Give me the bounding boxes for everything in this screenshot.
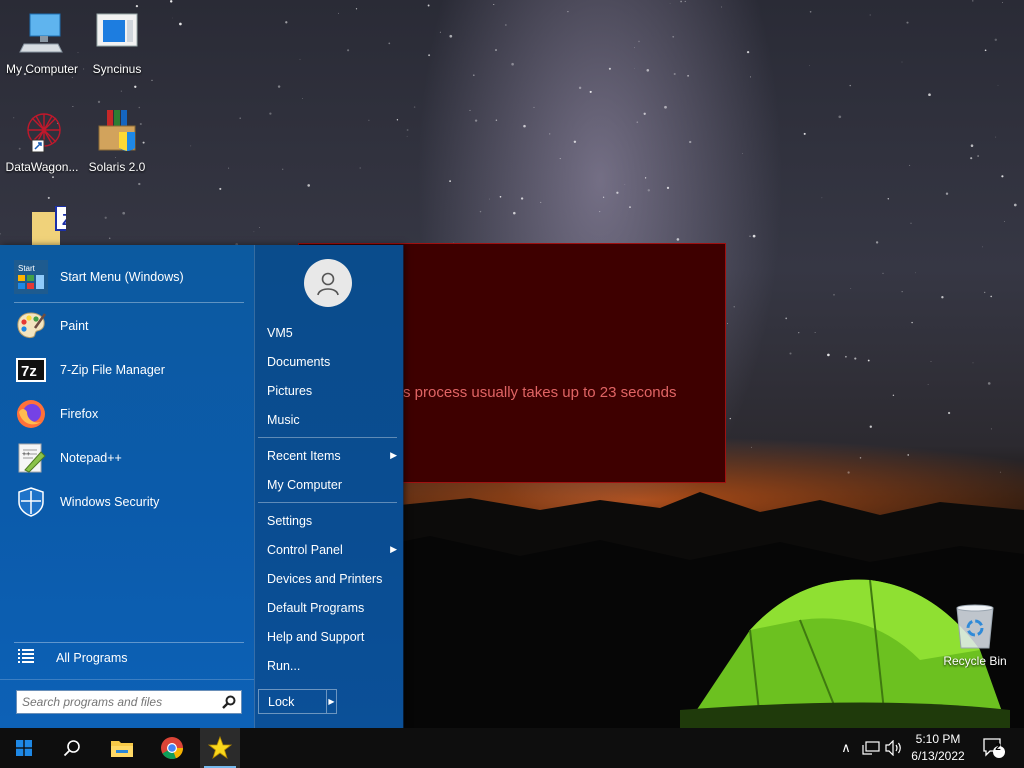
places-item-label: Music	[267, 413, 300, 427]
start-menu-item-windows-security[interactable]: Windows Security	[14, 482, 246, 522]
arrow-glyph: ▶	[328, 697, 335, 706]
list-icon	[18, 649, 38, 666]
desktop-icon-label: DataWagon...	[5, 160, 79, 174]
start-menu-settings-icon: Start	[14, 260, 48, 294]
start-menu-item-label: 7-Zip File Manager	[60, 363, 165, 377]
dialog-message: s process usually takes up to 23 seconds	[403, 384, 677, 401]
power-options-arrow-icon[interactable]: ▶	[327, 690, 336, 713]
recycle-bin-icon	[951, 602, 999, 650]
all-programs-button[interactable]: All Programs	[18, 649, 128, 666]
desktop-icon-solaris[interactable]: Solaris 2.0	[75, 108, 159, 174]
start-menu-item-start-menu-windows[interactable]: Start Start Menu (Windows)	[14, 257, 246, 297]
places-item-label: Control Panel	[267, 543, 343, 557]
places-item-label: Recent Items	[267, 449, 341, 463]
start-menu-item-label: Notepad++	[60, 451, 122, 465]
start-menu-item-notepad-plus-plus[interactable]: ++ Notepad++	[14, 438, 246, 478]
lock-button-group: Lock ▶	[258, 689, 337, 714]
lock-button[interactable]: Lock	[259, 690, 327, 713]
desktop-icon-label: Solaris 2.0	[88, 160, 146, 174]
desktop-icon-label: Syncinus	[92, 62, 142, 76]
start-menu-item-7zip[interactable]: 7z 7-Zip File Manager	[14, 350, 246, 390]
places-item-documents[interactable]: Documents	[267, 355, 397, 369]
notification-count-badge: 2	[995, 742, 1001, 753]
submenu-arrow-icon: ▶	[390, 450, 397, 460]
submenu-arrow-icon: ▶	[390, 544, 397, 554]
file-explorer-icon[interactable]	[98, 728, 146, 768]
places-item-my-computer[interactable]: My Computer	[267, 478, 397, 492]
desktop-icon-label: Recycle Bin	[943, 654, 1007, 668]
svg-text:++: ++	[22, 451, 30, 458]
taskbar: ∧ 5:10 PM 6/13/2022 2	[0, 728, 1024, 768]
start-menu-item-label: Start Menu (Windows)	[60, 270, 184, 284]
classic-start-star-icon[interactable]	[200, 728, 240, 768]
firefox-icon	[14, 397, 48, 431]
shield-icon	[14, 485, 48, 519]
fractal-shortcut-icon	[18, 108, 66, 156]
separator	[14, 642, 244, 643]
desktop-icon-recycle-bin[interactable]: Recycle Bin	[933, 602, 1017, 668]
action-center-icon[interactable]: 2	[980, 728, 1008, 768]
places-item-default-programs[interactable]: Default Programs	[267, 601, 397, 615]
places-item-label: My Computer	[267, 478, 343, 492]
desktop-icon-datawagon[interactable]: DataWagon...	[0, 108, 84, 174]
places-item-settings[interactable]: Settings	[267, 514, 397, 528]
user-avatar-icon[interactable]	[304, 259, 352, 307]
start-menu-places-pane: VM5 Documents Pictures Music Recent Item…	[254, 245, 404, 728]
installer-box-icon	[93, 108, 141, 156]
places-item-label: Default Programs	[267, 601, 365, 615]
places-item-recent-items[interactable]: Recent Items ▶	[267, 449, 397, 463]
start-menu-item-label: Windows Security	[60, 495, 160, 509]
places-item-music[interactable]: Music	[267, 413, 397, 427]
notepad-plus-icon: ++	[14, 441, 48, 475]
places-item-label: Settings	[267, 514, 313, 528]
svg-text:Z: Z	[62, 212, 66, 229]
start-menu-item-label: Firefox	[60, 407, 99, 421]
places-item-label: Help and Support	[267, 630, 365, 644]
search-icon[interactable]	[48, 728, 96, 768]
places-item-run[interactable]: Run...	[267, 659, 397, 673]
start-search-box[interactable]	[16, 690, 242, 714]
clock[interactable]: 5:10 PM 6/13/2022	[902, 731, 974, 765]
desktop-icon-my-computer[interactable]: My Computer	[0, 10, 84, 76]
places-item-label: VM5	[267, 326, 293, 340]
places-item-pictures[interactable]: Pictures	[267, 384, 397, 398]
separator	[0, 679, 254, 680]
7zip-icon: 7z	[14, 353, 48, 387]
svg-text:7z: 7z	[21, 363, 37, 380]
places-item-help-and-support[interactable]: Help and Support	[267, 630, 397, 644]
separator	[258, 502, 397, 503]
search-icon[interactable]	[217, 691, 241, 713]
desktop-icon-syncinus[interactable]: Syncinus	[75, 10, 159, 76]
start-menu-item-label: Paint	[60, 319, 89, 333]
lock-label: Lock	[268, 694, 295, 709]
start-menu-programs-pane: Start Start Menu (Windows) Paint 7z 7-Zi…	[0, 245, 254, 728]
separator	[14, 302, 244, 303]
app-window-icon	[93, 10, 141, 58]
chevron-glyph: ∧	[841, 740, 851, 755]
places-item-devices-and-printers[interactable]: Devices and Printers	[267, 572, 397, 586]
separator	[258, 437, 397, 438]
start-menu: Start Start Menu (Windows) Paint 7z 7-Zi…	[0, 245, 404, 728]
start-menu-item-paint[interactable]: Paint	[14, 306, 246, 346]
places-item-label: Documents	[267, 355, 331, 369]
places-item-label: Pictures	[267, 384, 313, 398]
all-programs-label: All Programs	[56, 650, 128, 665]
svg-text:Start: Start	[18, 264, 36, 273]
paint-palette-icon	[14, 309, 48, 343]
places-item-control-panel[interactable]: Control Panel ▶	[267, 543, 397, 557]
desktop-icon-label: My Computer	[5, 62, 79, 76]
chrome-icon[interactable]	[148, 728, 196, 768]
computer-icon	[18, 10, 66, 58]
clock-time: 5:10 PM	[915, 732, 961, 746]
windows-start-icon[interactable]	[0, 728, 48, 768]
places-item-label: Run...	[267, 659, 301, 673]
show-hidden-icons-chevron-icon[interactable]: ∧	[837, 728, 855, 768]
network-icon[interactable]	[859, 728, 883, 768]
start-menu-item-firefox[interactable]: Firefox	[14, 394, 246, 434]
search-input[interactable]	[17, 695, 218, 709]
places-item-vm5[interactable]: VM5	[267, 326, 397, 340]
clock-date: 6/13/2022	[911, 749, 965, 763]
places-item-label: Devices and Printers	[267, 572, 383, 586]
